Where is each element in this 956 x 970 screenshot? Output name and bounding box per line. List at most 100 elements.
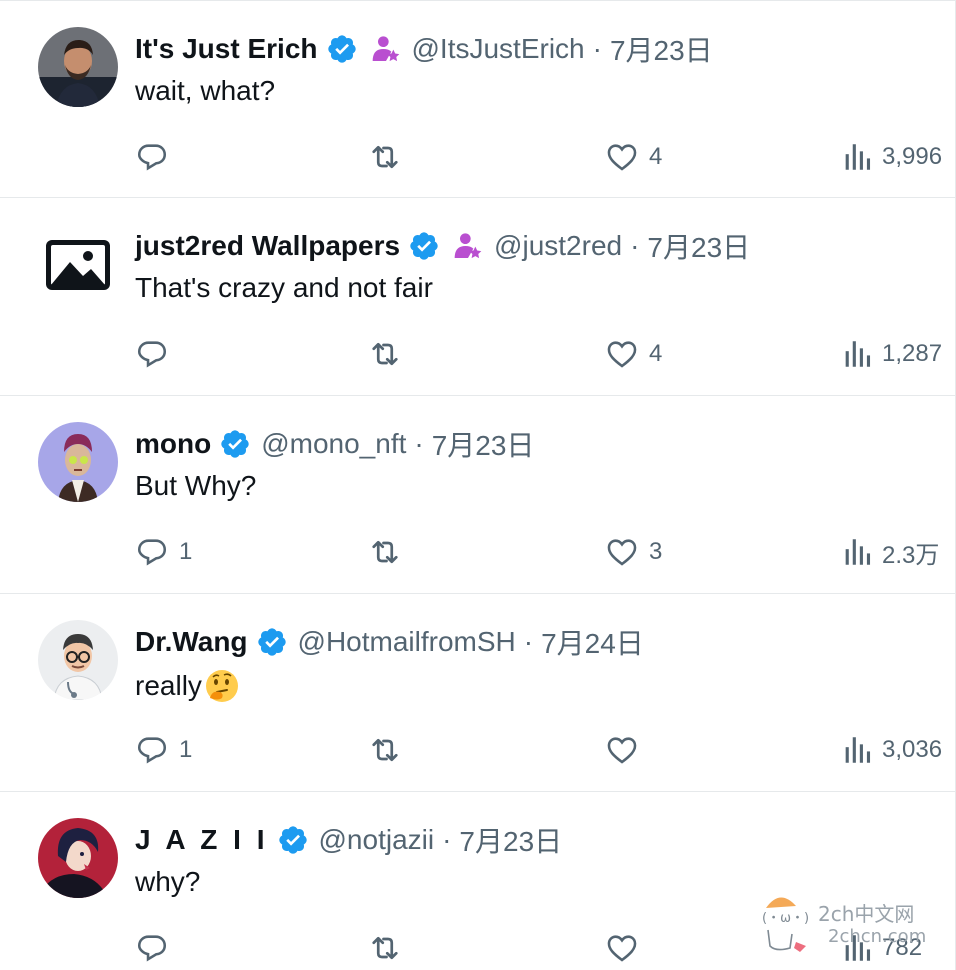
view-count: 3,036	[882, 736, 943, 763]
reply-count: 1	[179, 736, 193, 763]
like-button[interactable]: 4	[605, 137, 662, 177]
watermark-title: 2ch中文网	[818, 902, 915, 926]
user-handle[interactable]: @ItsJustErich	[412, 33, 585, 65]
verified-badge-icon[interactable]	[219, 428, 251, 460]
heart-icon	[607, 935, 637, 962]
avatar[interactable]	[38, 27, 118, 107]
mascot-face: (・ω・)	[762, 911, 809, 926]
mascot-icon: (・ω・)	[762, 897, 809, 952]
like-count: 4	[649, 340, 663, 367]
tweet-text-content: why?	[135, 866, 201, 897]
display-name[interactable]: J A Z I I	[135, 824, 269, 856]
like-button[interactable]: 3	[605, 532, 662, 572]
affiliate-badge-icon[interactable]	[452, 230, 484, 262]
reply-count: 1	[179, 538, 193, 565]
site-watermark: (・ω・) 2ch中文网 2chcn.com	[756, 886, 946, 966]
user-handle[interactable]: @mono_nft	[261, 428, 406, 460]
tweet[interactable]: Dr.Wang @HotmailfromSH · 7月24日 really 1 …	[0, 594, 956, 792]
like-button[interactable]: 4	[605, 334, 662, 374]
verified-badge-icon[interactable]	[256, 626, 288, 658]
tweet-header: It's Just Erich @ItsJustErich · 7月23日	[135, 27, 713, 71]
views-button[interactable]: 3,996	[842, 137, 942, 177]
retweet-button[interactable]	[367, 730, 413, 770]
tweet-date[interactable]: 7月23日	[459, 820, 562, 860]
tweet-text: But Why?	[135, 470, 256, 502]
display-name[interactable]: Dr.Wang	[135, 626, 248, 658]
verified-badge-icon[interactable]	[277, 824, 309, 856]
avatar[interactable]	[38, 818, 118, 898]
verified-badge-icon[interactable]	[408, 230, 440, 262]
tweet-date[interactable]: 7月23日	[610, 29, 713, 69]
retweet-button[interactable]	[367, 334, 413, 374]
reply-icon	[137, 737, 167, 764]
tweet-text: really	[135, 668, 240, 704]
avatar[interactable]	[38, 620, 118, 700]
tweet-text: wait, what?	[135, 75, 275, 107]
separator-dot: ·	[592, 33, 602, 64]
views-button[interactable]: 2.3万	[842, 532, 939, 572]
tweet-date[interactable]: 7月24日	[541, 622, 644, 662]
tweet-date[interactable]: 7月23日	[432, 424, 535, 464]
tweet-text-content: really	[135, 670, 202, 701]
reply-button[interactable]	[135, 334, 179, 374]
tweet[interactable]: It's Just Erich @ItsJustErich · 7月23日 wa…	[0, 0, 956, 198]
display-name[interactable]: mono	[135, 428, 211, 460]
reply-icon	[137, 341, 167, 368]
retweet-button[interactable]	[367, 928, 413, 968]
tweet-text: why?	[135, 866, 200, 898]
avatar[interactable]	[38, 224, 118, 304]
reply-button[interactable]: 1	[135, 730, 192, 770]
display-name[interactable]: It's Just Erich	[135, 33, 318, 65]
retweet-icon	[372, 342, 398, 366]
like-count: 4	[649, 143, 663, 170]
tweet-text-content: But Why?	[135, 470, 257, 501]
view-count: 3,996	[882, 143, 943, 170]
watermark-url: 2chcn.com	[828, 926, 927, 947]
retweet-icon	[372, 540, 398, 564]
tweet-header: mono @mono_nft · 7月23日	[135, 422, 534, 466]
reply-icon	[137, 144, 167, 171]
tweet-text-content: wait, what?	[135, 75, 276, 106]
user-handle[interactable]: @notjazii	[319, 824, 435, 856]
action-bar: 4 1,287	[135, 334, 956, 374]
like-count: 3	[649, 538, 663, 565]
reply-button[interactable]	[135, 928, 179, 968]
views-icon	[845, 144, 871, 170]
reply-icon	[137, 935, 167, 962]
reply-button[interactable]	[135, 137, 179, 177]
views-icon	[845, 737, 871, 763]
tweet-date[interactable]: 7月23日	[647, 226, 750, 266]
views-button[interactable]: 3,036	[842, 730, 942, 770]
display-name[interactable]: just2red Wallpapers	[135, 230, 400, 262]
like-button[interactable]	[605, 730, 649, 770]
view-count: 1,287	[882, 340, 943, 367]
verified-badge-icon[interactable]	[326, 33, 358, 65]
affiliate-badge-icon[interactable]	[370, 33, 402, 65]
reply-button[interactable]: 1	[135, 532, 192, 572]
views-button[interactable]: 1,287	[842, 334, 942, 374]
action-bar: 1 3,036	[135, 730, 956, 770]
tweet-header: just2red Wallpapers @just2red · 7月23日	[135, 224, 750, 268]
reply-feed: It's Just Erich @ItsJustErich · 7月23日 wa…	[0, 0, 956, 970]
like-button[interactable]	[605, 928, 649, 968]
image-placeholder-icon	[46, 240, 110, 290]
tweet-header: Dr.Wang @HotmailfromSH · 7月24日	[135, 620, 644, 664]
heart-icon	[607, 539, 637, 566]
tweet-text: That's crazy and not fair	[135, 272, 433, 304]
separator-dot: ·	[414, 428, 424, 459]
user-handle[interactable]: @just2red	[494, 230, 622, 262]
thinking-face-emoji-icon	[204, 668, 240, 704]
retweet-icon	[372, 145, 398, 169]
heart-icon	[607, 341, 637, 368]
retweet-button[interactable]	[367, 137, 413, 177]
tweet[interactable]: just2red Wallpapers @just2red · 7月23日 Th…	[0, 198, 956, 396]
user-handle[interactable]: @HotmailfromSH	[298, 626, 516, 658]
tweet[interactable]: mono @mono_nft · 7月23日 But Why? 1 3 2.3万	[0, 396, 956, 594]
tweet-text-content: That's crazy and not fair	[135, 272, 433, 303]
views-icon	[845, 341, 871, 367]
retweet-icon	[372, 936, 398, 960]
views-icon	[845, 539, 871, 565]
separator-dot: ·	[442, 824, 452, 855]
avatar[interactable]	[38, 422, 118, 502]
retweet-button[interactable]	[367, 532, 413, 572]
